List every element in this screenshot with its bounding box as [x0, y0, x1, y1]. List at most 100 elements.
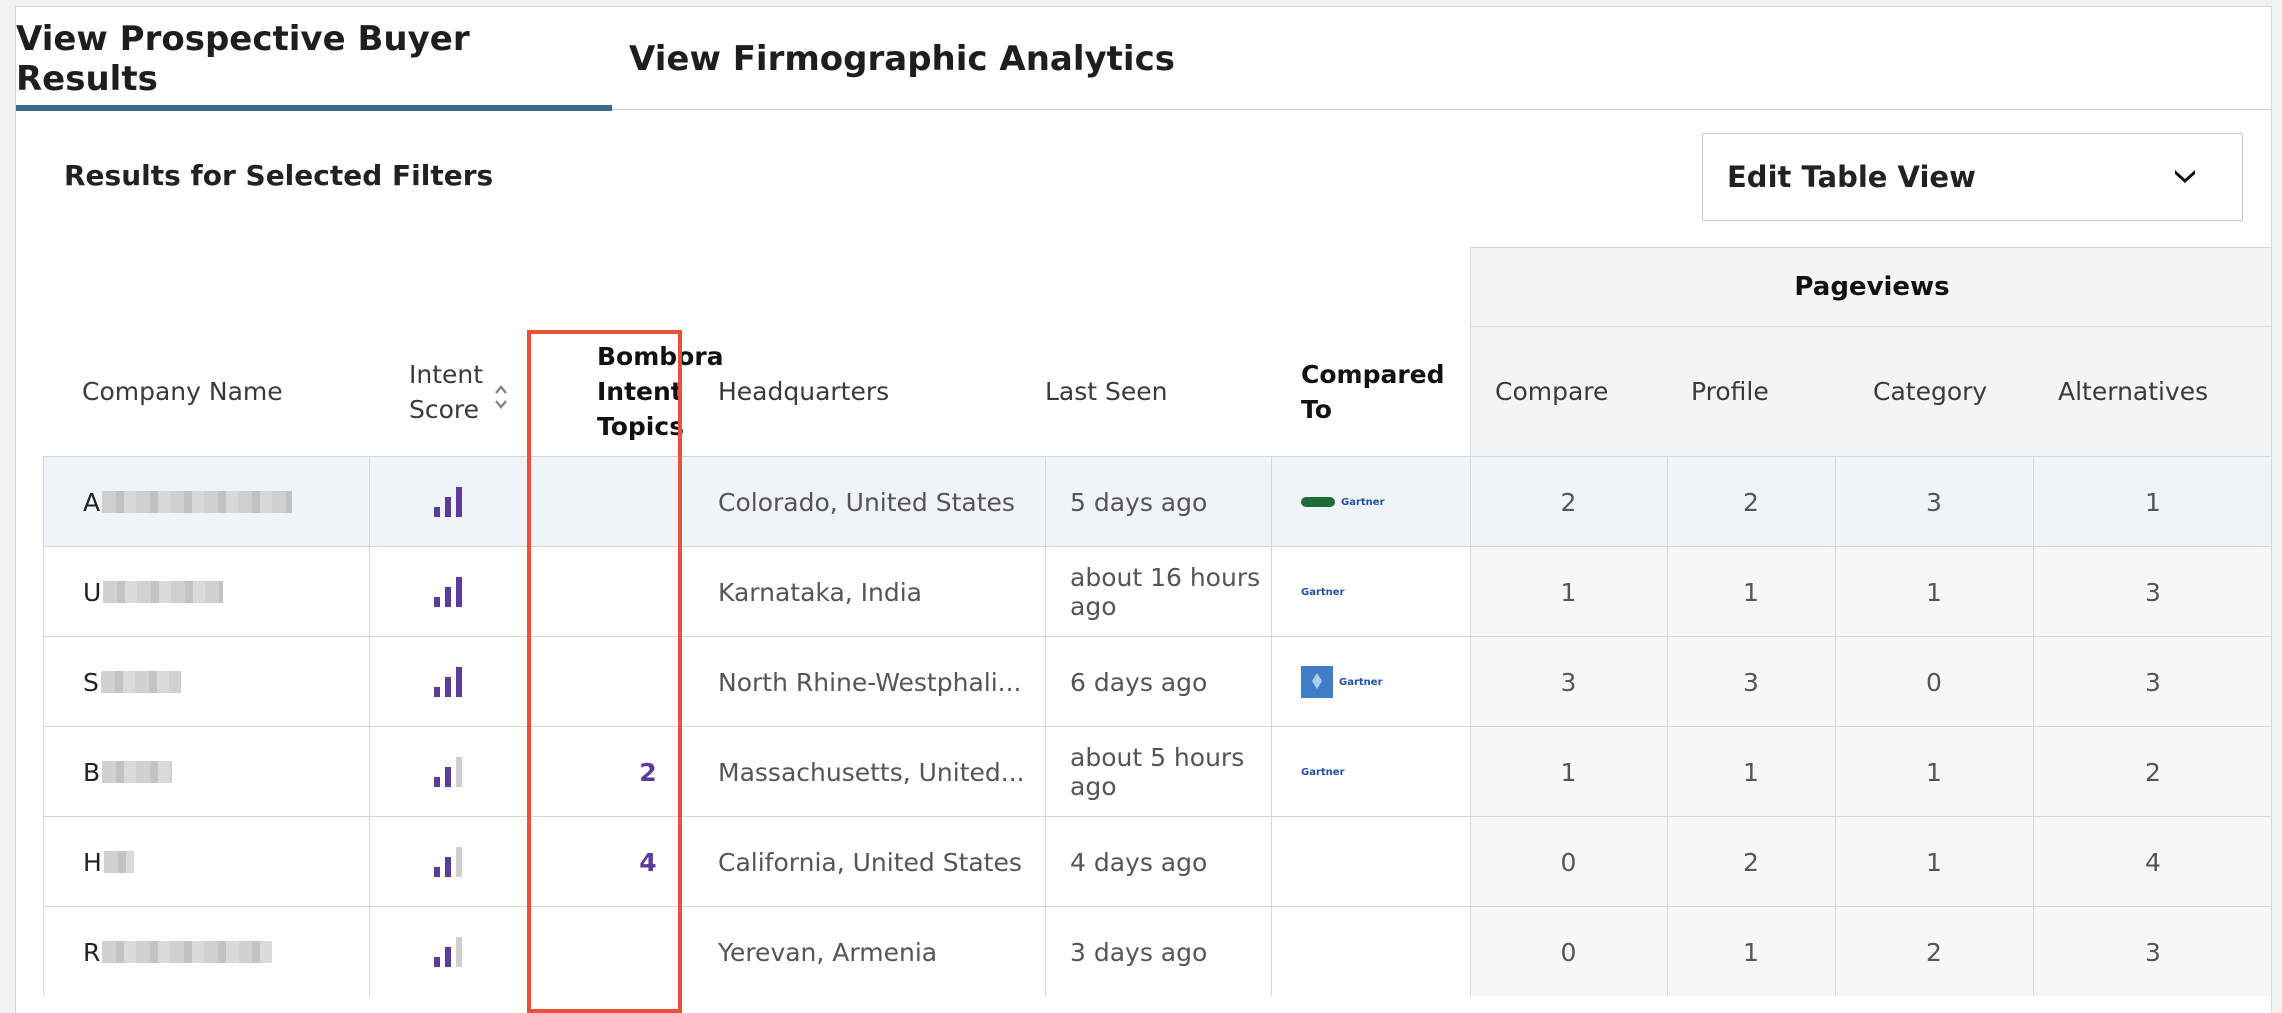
pageviews-group-header: Pageviews: [1470, 247, 2271, 327]
bombora-topics-count[interactable]: 4: [639, 848, 656, 877]
divider: [1271, 907, 1272, 996]
compared-to-cell[interactable]: Gartner: [1301, 727, 1461, 817]
bombora-topics-cell[interactable]: [573, 907, 723, 997]
alternatives-cell: 3: [2145, 577, 2161, 607]
company-initial: S: [83, 667, 99, 697]
divider: [1271, 457, 1272, 546]
alternatives-cell: 1: [2145, 487, 2161, 517]
company-initial: H: [83, 847, 102, 877]
headquarters-cell: Massachusetts, United...: [718, 757, 1025, 787]
compared-to-cell[interactable]: Gartner: [1301, 457, 1461, 547]
divider: [43, 817, 44, 906]
company-name-cell[interactable]: S: [83, 637, 363, 727]
divider: [43, 457, 44, 546]
headquarters-cell: North Rhine-Westphali...: [718, 667, 1022, 697]
intent-bars-icon: [434, 667, 464, 697]
intent-score-cell: [369, 727, 529, 817]
compare-cell: 1: [1560, 577, 1577, 607]
intent-bars-icon: [434, 757, 464, 787]
gartner-logo: Gartner: [1301, 766, 1345, 778]
compare-cell: 0: [1560, 847, 1577, 877]
table-row[interactable]: A Colorado, United States 5 days ago Gar…: [43, 456, 2271, 547]
compare-cell: 1: [1560, 757, 1577, 787]
category-cell: 1: [1926, 757, 1942, 787]
alternatives-cell: 4: [2145, 847, 2161, 877]
header-last-seen: Last Seen: [1045, 377, 1168, 406]
category-cell: 3: [1926, 487, 1942, 517]
company-name-cell[interactable]: B: [83, 727, 363, 817]
divider: [1271, 727, 1272, 816]
divider: [43, 907, 44, 996]
chevron-down-icon: [2175, 170, 2195, 183]
last-seen-cell: 3 days ago: [1070, 937, 1208, 967]
company-name-cell[interactable]: R: [83, 907, 363, 997]
divider: [1271, 547, 1272, 636]
company-initial: A: [83, 487, 101, 517]
tab-prospective-buyer-results[interactable]: View Prospective Buyer Results: [16, 7, 612, 111]
alternatives-cell: 2: [2145, 757, 2161, 787]
table-row[interactable]: H 4 California, United States 4 days ago…: [43, 816, 2271, 907]
company-name-cell[interactable]: U: [83, 547, 363, 637]
category-cell: 0: [1926, 667, 1942, 697]
header-company-name: Company Name: [82, 377, 283, 406]
alternatives-cell: 3: [2145, 937, 2161, 967]
company-initial: U: [83, 577, 102, 607]
table-row[interactable]: B 2 Massachusetts, United... about 5 hou…: [43, 726, 2271, 817]
bombora-topics-cell[interactable]: 2: [573, 727, 723, 817]
header-profile: Profile: [1691, 377, 1769, 406]
edit-table-view-dropdown[interactable]: Edit Table View: [1702, 133, 2243, 221]
header-intent-line1: Intent: [409, 359, 484, 389]
compare-cell: 0: [1560, 937, 1577, 967]
compared-to-cell[interactable]: Gartner: [1301, 547, 1461, 637]
intent-score-cell: [369, 457, 529, 547]
company-name-cell[interactable]: A: [83, 457, 363, 547]
header-bombora-intent-topics: Bombora Intent Topics: [570, 327, 730, 456]
redacted-text: [102, 941, 273, 963]
tab-firmographic-analytics[interactable]: View Firmographic Analytics: [612, 7, 1192, 110]
last-seen-cell: 4 days ago: [1070, 847, 1208, 877]
company-initial: B: [83, 757, 101, 787]
category-cell: 1: [1926, 847, 1942, 877]
intent-bars-icon: [434, 937, 464, 967]
last-seen-cell: 5 days ago: [1070, 487, 1208, 517]
category-cell: 1: [1926, 577, 1942, 607]
divider: [43, 547, 44, 636]
bombora-topics-count[interactable]: 2: [639, 758, 656, 787]
intent-score-cell: [369, 637, 529, 727]
competitor-logo-icon: [1301, 497, 1335, 507]
header-intent-score[interactable]: Intent Score: [409, 327, 519, 456]
competitor-logo-icon: [1301, 666, 1333, 698]
header-bombora-line2: Intent: [597, 377, 683, 406]
intent-score-cell: [369, 817, 529, 907]
headquarters-cell: Karnataka, India: [718, 577, 923, 607]
divider: [1271, 637, 1272, 726]
last-seen-cell: about 16 hours ago: [1070, 563, 1261, 621]
category-cell: 2: [1926, 937, 1942, 967]
header-headquarters: Headquarters: [718, 377, 890, 406]
headquarters-cell: Yerevan, Armenia: [718, 937, 938, 967]
compare-cell: 2: [1560, 487, 1577, 517]
bombora-topics-cell[interactable]: [573, 637, 723, 727]
bombora-topics-cell[interactable]: [573, 457, 723, 547]
results-table: Pageviews Company Name Intent Score Bomb…: [43, 247, 2271, 1013]
redacted-text: [102, 491, 293, 513]
table-row[interactable]: S North Rhine-Westphali... 6 days ago Ga…: [43, 636, 2271, 727]
table-row[interactable]: R Yerevan, Armenia 3 days ago 0 1 2 3: [43, 906, 2271, 997]
profile-cell: 1: [1743, 577, 1759, 607]
compared-to-cell: [1301, 817, 1461, 907]
results-title: Results for Selected Filters: [64, 159, 494, 192]
profile-cell: 1: [1743, 937, 1759, 967]
compared-to-cell[interactable]: Gartner: [1301, 637, 1461, 727]
results-panel: View Prospective Buyer Results View Firm…: [15, 6, 2272, 1013]
bombora-topics-cell[interactable]: 4: [573, 817, 723, 907]
intent-bars-icon: [434, 487, 464, 517]
intent-score-cell: [369, 907, 529, 997]
header-intent-line2-wrap: Score: [409, 385, 509, 427]
bombora-topics-cell[interactable]: [573, 547, 723, 637]
edit-table-view-label: Edit Table View: [1727, 160, 1976, 194]
table-row[interactable]: U Karnataka, India about 16 hours ago Ga…: [43, 546, 2271, 637]
gartner-logo: Gartner: [1301, 586, 1345, 598]
company-name-cell[interactable]: H: [83, 817, 363, 907]
company-initial: R: [83, 937, 101, 967]
sort-icon[interactable]: [493, 383, 509, 413]
